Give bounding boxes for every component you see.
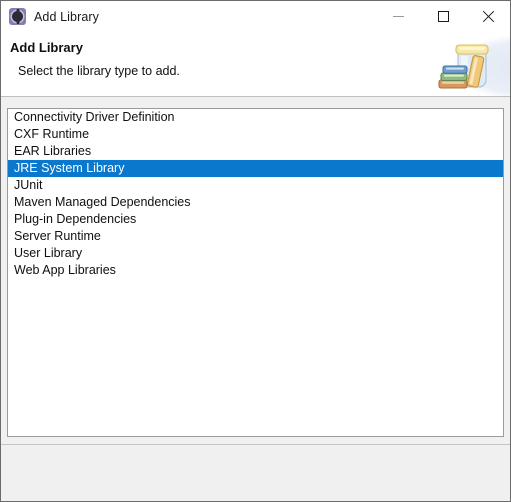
list-item[interactable]: User Library — [8, 245, 503, 262]
list-item[interactable]: Server Runtime — [8, 228, 503, 245]
list-item[interactable]: EAR Libraries — [8, 143, 503, 160]
minimize-button[interactable] — [376, 1, 421, 31]
maximize-icon — [438, 10, 449, 22]
list-item[interactable]: JRE System Library — [8, 160, 503, 177]
title-bar[interactable]: Add Library — [1, 1, 510, 32]
page-title: Add Library — [10, 40, 83, 55]
list-item[interactable]: CXF Runtime — [8, 126, 503, 143]
page-description: Select the library type to add. — [18, 64, 180, 78]
close-button[interactable] — [466, 1, 510, 31]
add-library-dialog: Add Library Add Library Select the libra… — [0, 0, 511, 502]
minimize-icon — [393, 15, 404, 17]
list-item[interactable]: Maven Managed Dependencies — [8, 194, 503, 211]
list-item[interactable]: Connectivity Driver Definition — [8, 109, 503, 126]
dialog-footer: ? < Back Next > Finish Cancel — [1, 445, 510, 501]
eclipse-gear-icon — [9, 8, 26, 25]
list-item[interactable]: Plug-in Dependencies — [8, 211, 503, 228]
list-item[interactable]: Web App Libraries — [8, 262, 503, 279]
jar-with-books-icon — [438, 44, 489, 89]
dialog-header: Add Library Select the library type to a… — [1, 32, 510, 97]
library-type-list[interactable]: Connectivity Driver Definition CXF Runtim… — [7, 108, 504, 437]
maximize-button[interactable] — [421, 1, 466, 31]
list-item[interactable]: JUnit — [8, 177, 503, 194]
window-title: Add Library — [34, 9, 100, 24]
close-icon — [482, 10, 495, 23]
